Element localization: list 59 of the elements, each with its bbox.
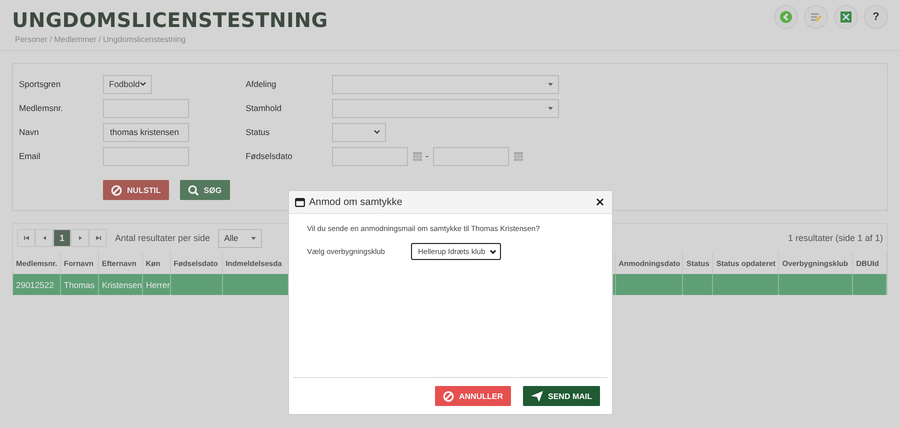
caret-down-icon [548, 106, 553, 110]
caret-right-icon [78, 236, 82, 240]
per-page-select[interactable]: Alle [218, 228, 262, 248]
input-field[interactable] [103, 98, 189, 118]
breadcrumb: Personer / Medlemmer / Ungdomslicenstestning [15, 35, 187, 44]
first-page-icon [24, 236, 28, 240]
back-button[interactable] [774, 5, 798, 29]
dropdown-field[interactable] [332, 74, 559, 94]
table-cell: Kristensen [98, 274, 143, 295]
cancel-button[interactable]: ANNULLER [435, 386, 511, 406]
dialog-title: Anmod om samtykke [309, 196, 402, 208]
input-field[interactable]: thomas kristensen [103, 122, 189, 142]
help-button[interactable]: ? [864, 5, 888, 29]
input-field[interactable] [103, 146, 189, 166]
search-icon [188, 184, 199, 196]
prohibited-icon [111, 184, 122, 196]
list-pencil-icon [810, 11, 822, 23]
excel-export-button[interactable] [834, 5, 858, 29]
sport-select[interactable]: Fodbold [103, 74, 152, 94]
last-page-icon [96, 236, 100, 240]
send-mail-button[interactable]: SEND MAIL [523, 386, 600, 406]
field-label: Status [246, 127, 271, 137]
status-select[interactable] [332, 122, 386, 142]
chevron-down-icon [374, 130, 380, 134]
field-label: Stamhold [246, 103, 282, 113]
search-button[interactable]: SØG [180, 180, 230, 200]
calendar-icon[interactable] [514, 152, 523, 160]
page-button[interactable]: 1 [53, 229, 71, 247]
results-summary: 1 resultater (side 1 af 1) [788, 233, 883, 243]
date-field[interactable] [332, 146, 408, 166]
table-cell: 29012522 [13, 274, 61, 295]
paper-plane-icon [531, 390, 543, 402]
range-separator: - [426, 151, 429, 161]
date-field[interactable] [432, 146, 509, 166]
reset-button[interactable]: NULSTIL [103, 180, 169, 200]
columns-button[interactable] [804, 5, 828, 29]
field-label: Navn [19, 127, 40, 137]
per-page-label: Antal resultater per side [115, 233, 210, 243]
window-icon [295, 198, 305, 206]
caret-down-icon [251, 236, 256, 240]
chevron-down-icon [490, 250, 496, 254]
table-cell: Thomas [60, 274, 99, 295]
spreadsheet-icon [840, 11, 852, 23]
field-label: Medlemsnr. [19, 103, 64, 113]
field-label: Afdeling [246, 79, 278, 89]
field-label: Email [19, 151, 42, 161]
prohibited-icon [443, 390, 454, 402]
page-title: UNGDOMSLICENSTESTNING [12, 8, 328, 32]
table-cell: Herrer [142, 274, 171, 295]
chevron-down-icon [140, 82, 146, 86]
close-button[interactable] [594, 196, 606, 208]
last-page-button[interactable] [89, 229, 107, 247]
field-label: Fødselsdato [246, 151, 294, 161]
calendar-icon[interactable] [412, 152, 422, 160]
caret-down-icon [548, 82, 553, 86]
first-page-button[interactable] [17, 229, 35, 247]
caret-left-icon [42, 236, 46, 240]
field-label: Sportsgren [19, 79, 62, 89]
dropdown-field[interactable] [332, 98, 559, 118]
